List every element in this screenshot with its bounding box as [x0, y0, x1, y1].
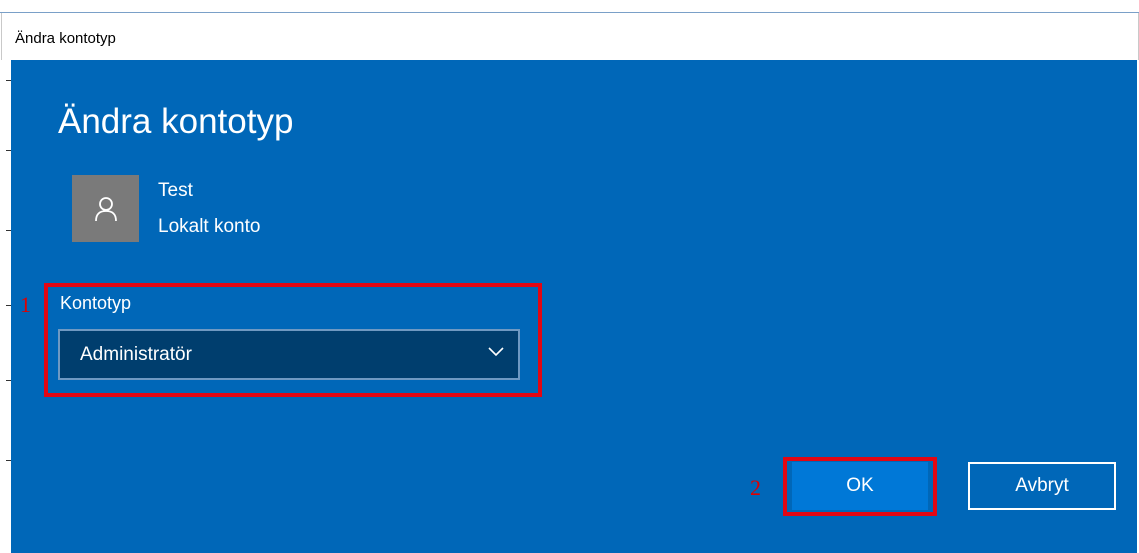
window-titlebar: Ändra kontotyp [1, 13, 1139, 60]
avatar [72, 175, 139, 242]
ok-button[interactable]: OK [792, 462, 928, 510]
account-type-label: Kontotyp [60, 293, 132, 313]
annotation-marker-1: 1 [20, 292, 31, 317]
chevron-down-icon [488, 347, 504, 357]
user-account-kind: Lokalt konto [158, 216, 261, 237]
user-name: Test [158, 180, 193, 201]
person-icon [95, 197, 117, 222]
account-type-dropdown[interactable]: Administratör [58, 329, 520, 380]
screenshot-stage: Ändra kontotyp Ändra kontotyp Test Lokal… [0, 0, 1139, 553]
window-title: Ändra kontotyp [15, 30, 116, 47]
background-document-gutter [0, 60, 11, 553]
cancel-button[interactable]: Avbryt [968, 462, 1116, 510]
dialog-heading: Ändra kontotyp [58, 102, 294, 141]
account-type-selected-value: Administratör [80, 344, 192, 365]
background-document-strip [0, 0, 1139, 13]
annotation-marker-2: 2 [750, 475, 761, 500]
